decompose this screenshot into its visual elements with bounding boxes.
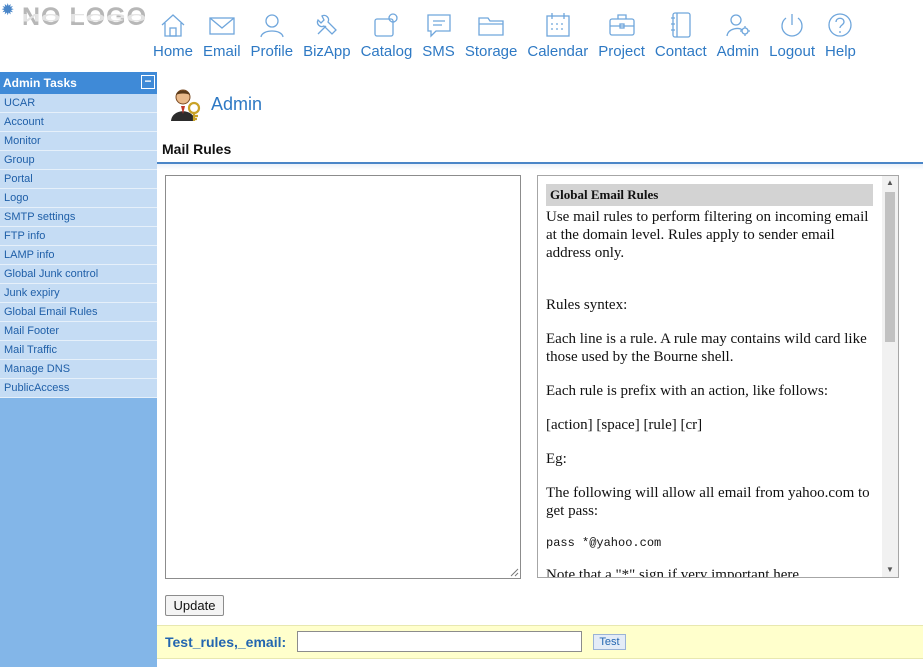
project-icon [608, 14, 635, 36]
sidebar-item-global-junk-control[interactable]: Global Junk control [0, 265, 157, 284]
sms-icon [426, 14, 451, 38]
nav-contact-label: Contact [654, 43, 707, 60]
help-intro: Use mail rules to perform filtering on i… [546, 209, 869, 261]
sidebar-item-group[interactable]: Group [0, 151, 157, 170]
sidebar-item-logo[interactable]: Logo [0, 189, 157, 208]
help-content: Global Email Rules Use mail rules to per… [546, 184, 873, 578]
nav-catalog[interactable]: Catalog [356, 8, 418, 68]
sidebar-item-ftp-info[interactable]: FTP info [0, 227, 157, 246]
calendar-icon [546, 13, 570, 37]
sidebar-item-lamp-info[interactable]: LAMP info [0, 246, 157, 265]
logo-burst-icon: ✹ [1, 2, 15, 19]
nav-admin[interactable]: Admin [712, 8, 765, 68]
nav-catalog-label: Catalog [360, 43, 413, 60]
sidebar-item-smtp-settings[interactable]: SMTP settings [0, 208, 157, 227]
logo-reflection: NO LOGO [22, 11, 148, 24]
sidebar-item-account[interactable]: Account [0, 113, 157, 132]
scroll-thumb[interactable] [885, 192, 895, 342]
bizapp-icon [316, 14, 337, 35]
nav-email-label: Email [203, 43, 241, 60]
sidebar-item-portal[interactable]: Portal [0, 170, 157, 189]
nav-calendar-label: Calendar [527, 43, 589, 60]
nav-profile[interactable]: Profile [246, 8, 299, 68]
help-paragraph: [action] [space] [rule] [cr] [546, 417, 703, 433]
email-icon [209, 17, 235, 35]
mail-rules-textarea[interactable] [165, 175, 521, 579]
test-email-input[interactable] [297, 631, 582, 652]
nav-logout[interactable]: Logout [764, 8, 820, 68]
admin-user-icon [171, 89, 201, 121]
test-button[interactable]: Test [593, 634, 626, 650]
contact-icon [670, 12, 691, 38]
nav-sms-label: SMS [422, 43, 455, 60]
nav-home[interactable]: Home [148, 8, 198, 68]
section-divider [157, 164, 923, 170]
page-header: Admin [157, 72, 923, 132]
storage-icon [478, 17, 504, 36]
sidebar-item-global-email-rules[interactable]: Global Email Rules [0, 303, 157, 322]
nav-storage[interactable]: Storage [460, 8, 523, 68]
sidebar-item-junk-expiry[interactable]: Junk expiry [0, 284, 157, 303]
help-paragraph: Eg: [546, 451, 567, 467]
nav-calendar[interactable]: Calendar [522, 8, 593, 68]
main-nav: Home Email Profile BizApp Catalog SMS St… [148, 8, 861, 68]
nav-bizapp-label: BizApp [303, 43, 351, 60]
sidebar-item-monitor[interactable]: Monitor [0, 132, 157, 151]
logout-icon [781, 14, 803, 37]
nav-profile-label: Profile [250, 43, 294, 60]
nav-bizapp[interactable]: BizApp [298, 8, 356, 68]
nav-sms[interactable]: SMS [417, 8, 460, 68]
sidebar: Admin Tasks − UCAR Account Monitor Group… [0, 72, 157, 667]
home-icon [161, 14, 185, 37]
sidebar-item-manage-dns[interactable]: Manage DNS [0, 360, 157, 379]
sidebar-item-mail-traffic[interactable]: Mail Traffic [0, 341, 157, 360]
help-panel: Global Email Rules Use mail rules to per… [537, 175, 899, 578]
top-bar: ✹ NO LOGO NO LOGO Home Email Profile Biz… [0, 0, 923, 72]
sidebar-item-publicaccess[interactable]: PublicAccess [0, 379, 157, 398]
help-paragraph: The following will allow all email from … [546, 485, 870, 519]
profile-icon [260, 14, 284, 38]
nav-home-label: Home [153, 43, 194, 60]
help-syntax-title: Rules syntex: [546, 297, 628, 313]
nav-help[interactable]: Help [820, 8, 861, 68]
help-heading: Global Email Rules [546, 184, 873, 206]
nav-storage-label: Storage [464, 43, 518, 60]
sidebar-item-ucar[interactable]: UCAR [0, 94, 157, 113]
section-title: Mail Rules [157, 138, 923, 164]
sidebar-title: Admin Tasks [3, 76, 77, 90]
admin-icon [726, 14, 750, 37]
nav-help-label: Help [825, 43, 856, 60]
sidebar-list: UCAR Account Monitor Group Portal Logo S… [0, 94, 157, 398]
help-paragraph: Each rule is prefix with an action, like… [546, 383, 829, 399]
help-paragraph: Note that a "*" sign if very important h… [546, 567, 803, 578]
help-code-example: pass *@yahoo.com [546, 536, 662, 550]
sidebar-item-mail-footer[interactable]: Mail Footer [0, 322, 157, 341]
help-scrollbar[interactable]: ▲ ▼ [882, 176, 898, 577]
main-content: Admin Mail Rules Global Email Rules Use … [157, 72, 923, 667]
nav-project[interactable]: Project [593, 8, 650, 68]
update-button[interactable]: Update [165, 595, 224, 616]
help-paragraph: Each line is a rule. A rule may contains… [546, 331, 867, 365]
collapse-icon[interactable]: − [141, 75, 155, 89]
nav-email[interactable]: Email [198, 8, 246, 68]
nav-project-label: Project [598, 43, 645, 60]
scroll-down-icon[interactable]: ▼ [882, 563, 898, 577]
test-rules-bar: Test_rules,_email: Test [157, 625, 923, 659]
nav-logout-label: Logout [769, 43, 816, 60]
sidebar-header: Admin Tasks − [0, 72, 157, 94]
nav-admin-label: Admin [716, 43, 760, 60]
scroll-up-icon[interactable]: ▲ [882, 176, 898, 190]
catalog-icon [374, 13, 399, 37]
page-title: Admin [211, 94, 263, 114]
help-icon [828, 13, 853, 37]
nav-contact[interactable]: Contact [650, 8, 712, 68]
logo[interactable]: ✹ NO LOGO NO LOGO [0, 0, 150, 40]
test-rules-label: Test_rules,_email: [165, 634, 287, 650]
